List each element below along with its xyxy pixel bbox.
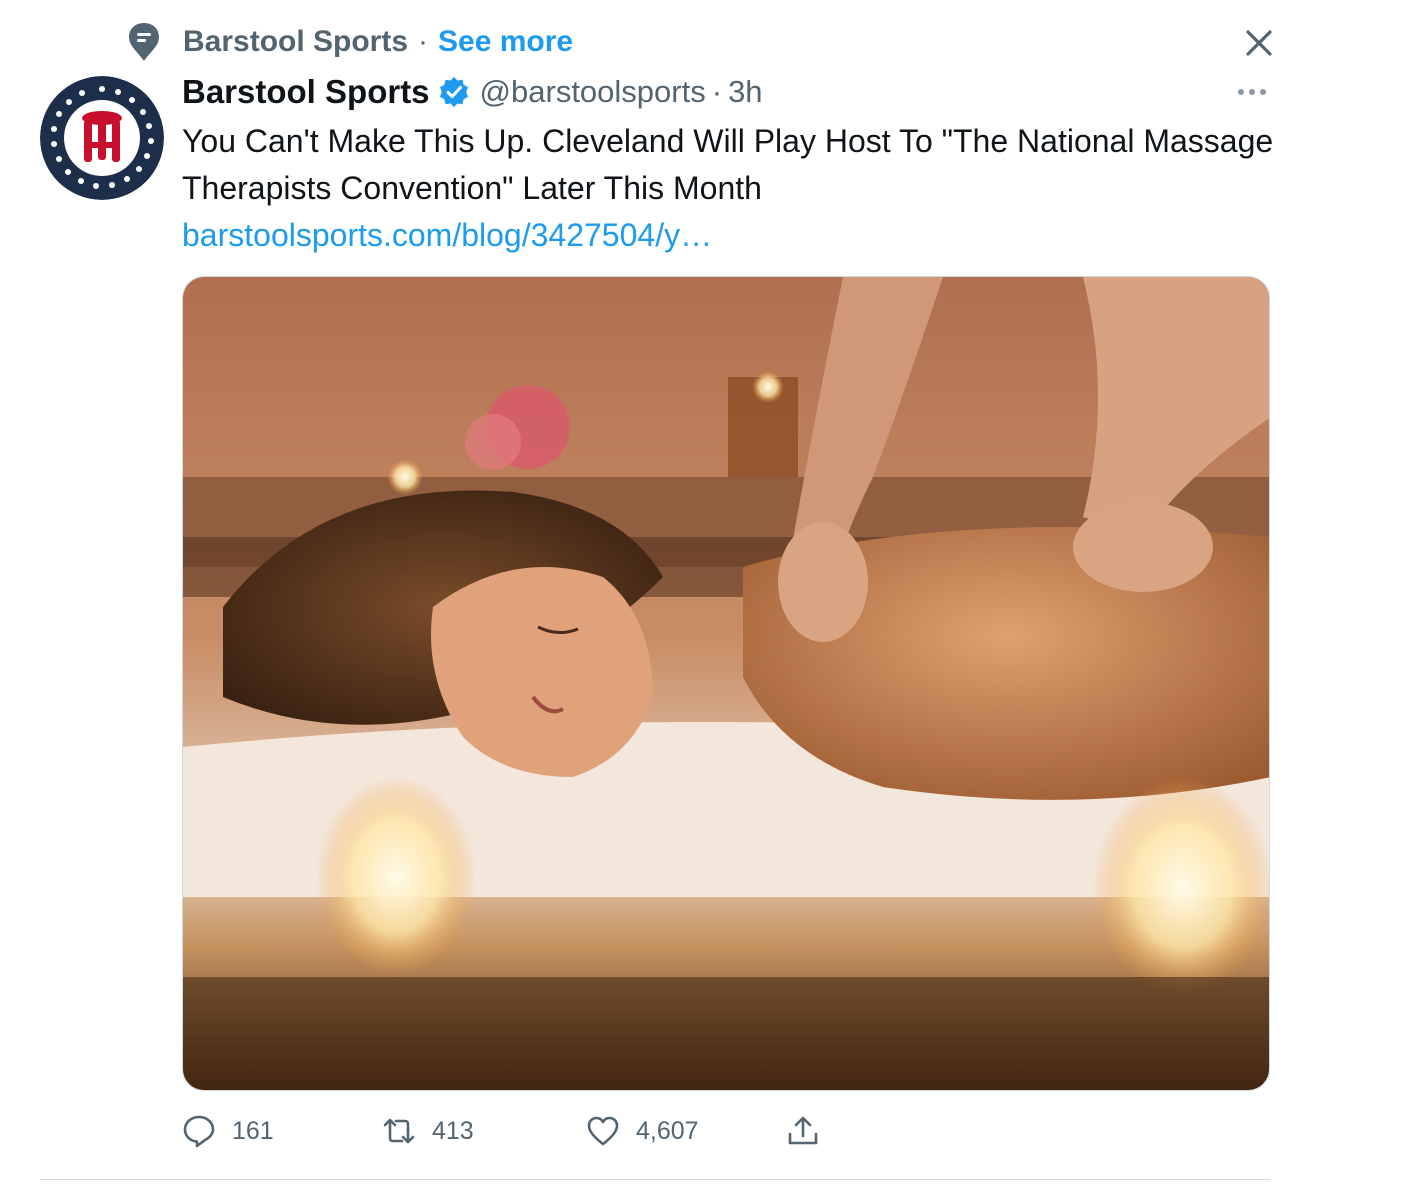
topic-label: Barstool Sports · See more bbox=[183, 25, 573, 59]
tweet-header: Barstool Sports @barstoolsports · 3h bbox=[182, 68, 763, 116]
barstool-logo bbox=[40, 76, 164, 200]
close-icon[interactable] bbox=[1240, 24, 1278, 62]
tweet-media-image[interactable] bbox=[182, 276, 1270, 1091]
verified-badge-icon bbox=[439, 77, 468, 107]
retweet-icon bbox=[383, 1118, 415, 1144]
like-button[interactable]: 4,607 bbox=[586, 1108, 699, 1154]
tweet-text: You Can't Make This Up. Cleveland Will P… bbox=[182, 118, 1282, 259]
more-options-icon[interactable] bbox=[1232, 78, 1272, 106]
divider bbox=[40, 1179, 1270, 1180]
share-icon bbox=[788, 1116, 818, 1145]
retweet-count: 413 bbox=[432, 1116, 474, 1145]
author-name[interactable]: Barstool Sports bbox=[182, 73, 430, 111]
like-count: 4,607 bbox=[636, 1116, 699, 1145]
topic-row: Barstool Sports · See more bbox=[127, 18, 573, 66]
tweet-time[interactable]: 3h bbox=[728, 74, 762, 110]
massage-photo bbox=[183, 277, 1269, 1090]
header-separator: · bbox=[711, 74, 723, 109]
reply-count: 161 bbox=[232, 1116, 274, 1145]
author-handle[interactable]: @barstoolsports bbox=[480, 74, 706, 110]
topic-name[interactable]: Barstool Sports bbox=[183, 25, 408, 58]
reply-icon bbox=[183, 1115, 215, 1148]
topic-icon bbox=[129, 23, 159, 61]
retweet-button[interactable]: 413 bbox=[382, 1108, 474, 1154]
tweet-body: You Can't Make This Up. Cleveland Will P… bbox=[182, 123, 1274, 206]
see-more-link[interactable]: See more bbox=[438, 25, 573, 58]
topic-separator: · bbox=[418, 25, 429, 58]
avatar[interactable] bbox=[40, 76, 164, 200]
heart-icon bbox=[587, 1116, 619, 1146]
tweet-link[interactable]: barstoolsports.com/blog/3427504/y… bbox=[182, 217, 712, 253]
tweet-actions: 161 413 4,607 bbox=[182, 1108, 842, 1154]
reply-button[interactable]: 161 bbox=[182, 1108, 274, 1154]
share-button[interactable] bbox=[786, 1108, 820, 1154]
